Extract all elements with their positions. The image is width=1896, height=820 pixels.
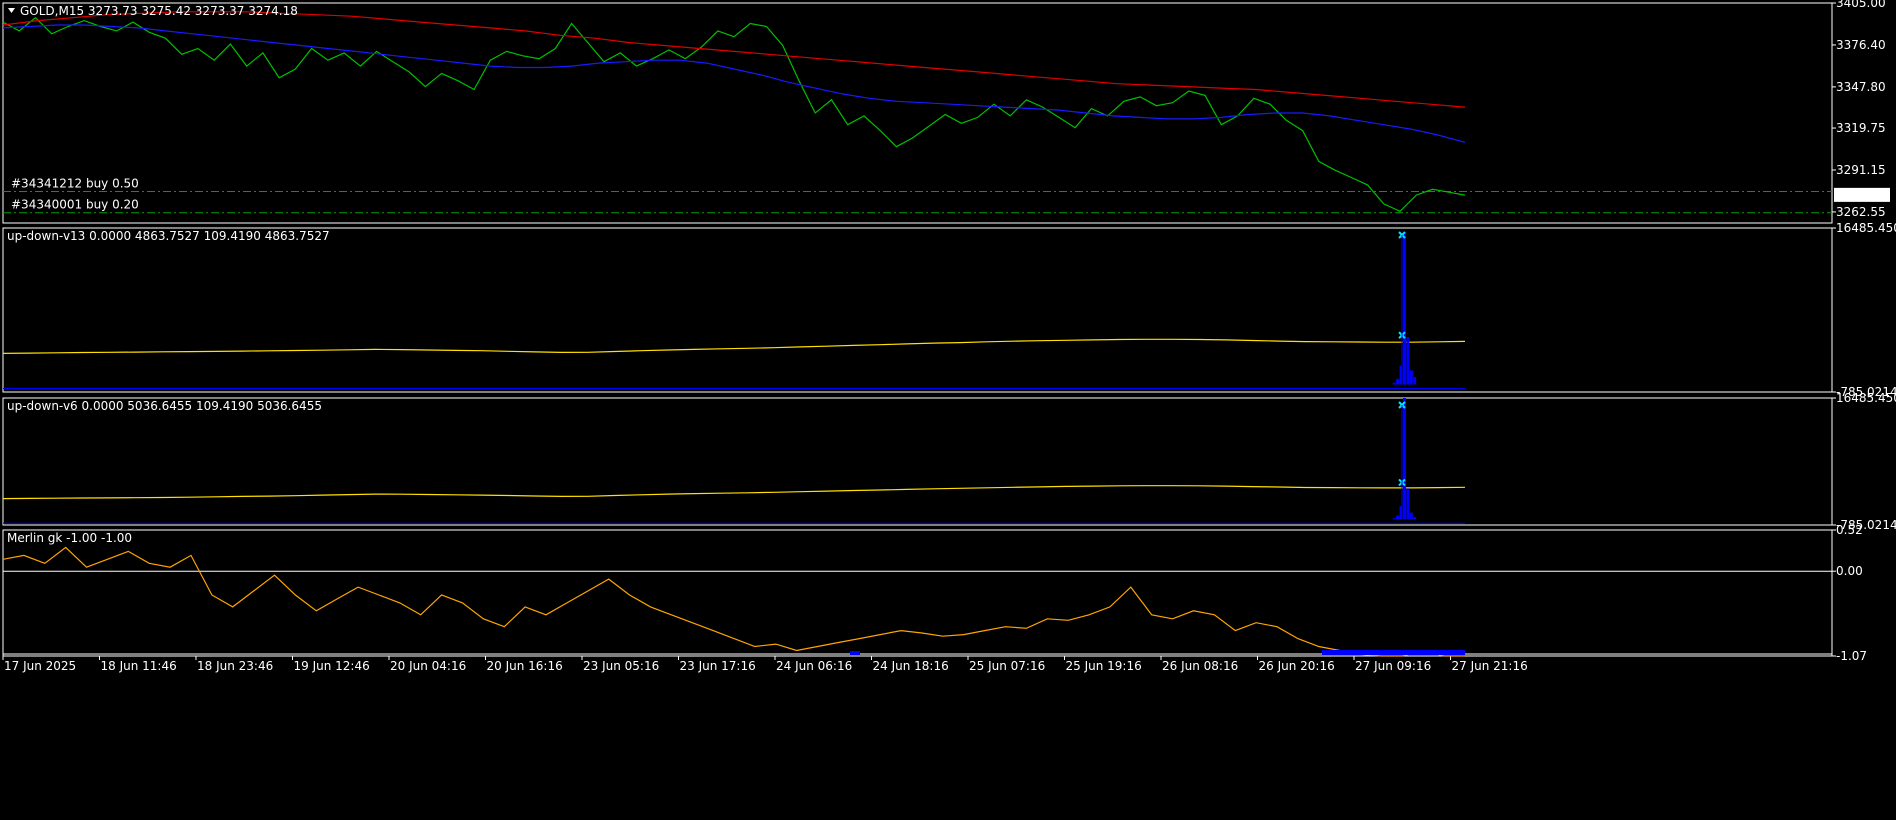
blue-bar — [1409, 370, 1413, 385]
y-tick-label: 0.52 — [1836, 523, 1863, 537]
blue-bar — [1413, 517, 1417, 520]
order-line-label: #34340001 buy 0.20 — [11, 198, 139, 212]
merlin-band — [1322, 650, 1465, 655]
x-tick-label: 27 Jun 21:16 — [1452, 659, 1528, 673]
x-tick-label: 24 Jun 06:16 — [776, 659, 852, 673]
x-tick-label: 20 Jun 16:16 — [487, 659, 563, 673]
panel-frame-1 — [2, 227, 1833, 393]
chart-root[interactable]: 3405.00 3376.40 3347.80 3319.75 3291.15 3262.… — [0, 0, 1896, 820]
y-tick-label: 16485.450 — [1836, 391, 1896, 405]
x-tick-label: 18 Jun 23:46 — [197, 659, 273, 673]
y-tick-label: 0.00 — [1836, 564, 1863, 578]
x-tick-label: 27 Jun 09:16 — [1355, 659, 1431, 673]
series-line-1-0 — [2, 338, 1466, 354]
panel-title-1: up-down-v13 0.0000 4863.7527 109.4190 48… — [7, 229, 330, 243]
y-tick-label: 3262.55 — [1836, 205, 1886, 219]
blue-bar — [1402, 232, 1406, 385]
blue-bar — [1409, 512, 1413, 520]
x-tick-label: 19 Jun 12:46 — [294, 659, 370, 673]
x-tick-label: 26 Jun 20:16 — [1259, 659, 1335, 673]
price-badge-label: 3274.18 — [1838, 188, 1888, 202]
panel-title-2: up-down-v6 0.0000 5036.6455 109.4190 503… — [7, 399, 322, 413]
panel-frame-2 — [2, 397, 1833, 526]
x-tick-label: 26 Jun 08:16 — [1162, 659, 1238, 673]
x-tick-label: 18 Jun 11:46 — [101, 659, 177, 673]
blue-bar — [1413, 376, 1417, 385]
order-line-label: #34341212 buy 0.50 — [11, 176, 139, 190]
y-tick-label: 16485.450 — [1836, 221, 1896, 235]
panel-title-3: Merlin gk -1.00 -1.00 — [7, 531, 132, 545]
blue-bar — [1396, 515, 1400, 520]
panel-frame-0 — [2, 2, 1833, 224]
y-tick-label: 3405.00 — [1836, 0, 1886, 10]
blue-bar — [1406, 337, 1410, 385]
x-tick-label: 25 Jun 19:16 — [1066, 659, 1142, 673]
y-tick-label: 3347.80 — [1836, 80, 1886, 94]
series-line-0-1 — [2, 24, 1466, 143]
blue-bar — [1396, 378, 1400, 385]
series-line-3-0 — [2, 546, 1465, 657]
y-tick-label: 3319.75 — [1836, 121, 1886, 135]
y-tick-label: 3376.40 — [1836, 38, 1886, 52]
x-tick-label: 23 Jun 17:16 — [680, 659, 756, 673]
blue-bar — [1392, 518, 1396, 520]
x-tick-label: 20 Jun 04:16 — [390, 659, 466, 673]
panel-frame-3 — [2, 529, 1833, 657]
blue-bar — [1406, 488, 1410, 520]
x-tick-label: 23 Jun 05:16 — [583, 659, 659, 673]
blue-bar — [1402, 398, 1406, 520]
y-tick-label: 3291.15 — [1836, 163, 1886, 177]
blue-bar — [1392, 382, 1396, 385]
merlin-band-small — [850, 651, 860, 655]
y-tick-label: -1.07 — [1836, 649, 1867, 663]
series-line-2-0 — [2, 485, 1466, 500]
chevron-down-icon[interactable] — [8, 8, 15, 13]
x-tick-label: 17 Jun 2025 — [4, 659, 76, 673]
series-line-0-2 — [2, 11, 1466, 108]
panel-title-0: GOLD,M15 3273.73 3275.42 3273.37 3274.18 — [20, 4, 298, 18]
x-tick-label: 25 Jun 07:16 — [969, 659, 1045, 673]
x-tick-label: 24 Jun 18:16 — [873, 659, 949, 673]
